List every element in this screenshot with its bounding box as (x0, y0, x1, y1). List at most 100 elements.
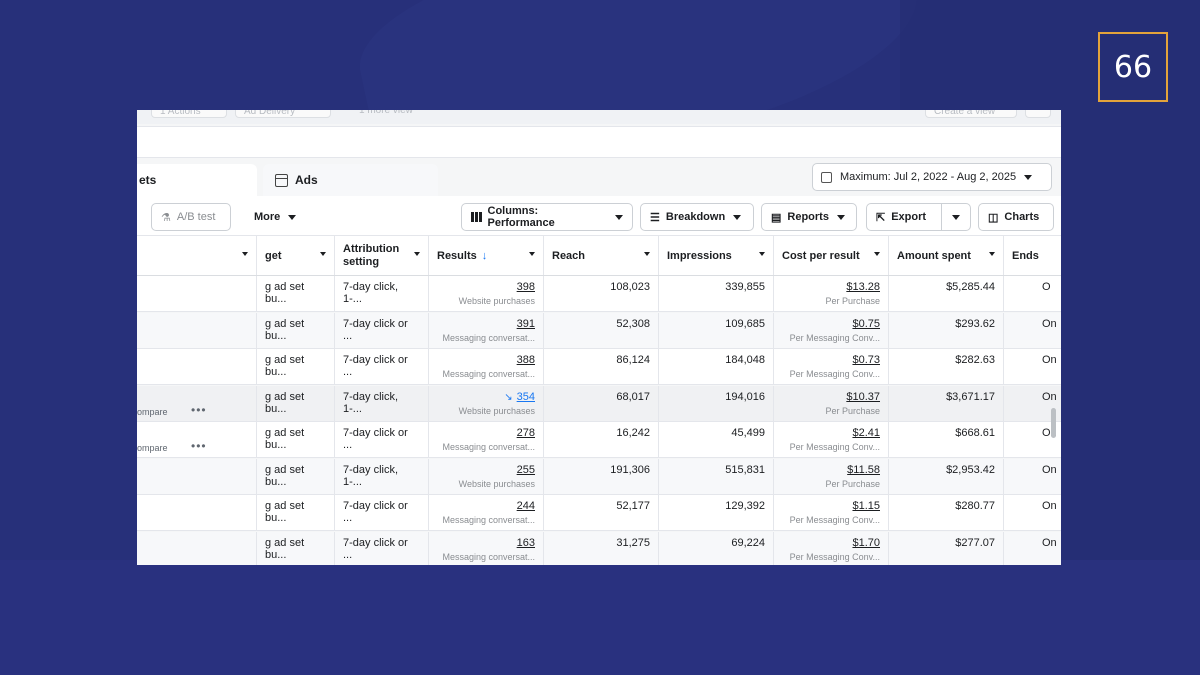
charts-button[interactable]: ◫ Charts (978, 203, 1054, 231)
budget-cell: g ad set bu... (257, 276, 335, 311)
cost-type: Per Messaging Conv... (789, 332, 880, 343)
budget-value: g ad set bu... (265, 536, 305, 561)
reach-value: 86,124 (616, 354, 650, 366)
ends-cell: On (1004, 313, 1061, 348)
search-bar[interactable] (137, 126, 1061, 158)
more-button[interactable]: More (245, 203, 301, 231)
results-cell: 398 Website purchases (429, 276, 544, 311)
table-row[interactable]: g ad set bu... 7-day click or ... 391 Me… (137, 312, 1061, 349)
cost-link[interactable]: $0.75 (852, 318, 880, 330)
results-link[interactable]: 388 (517, 354, 535, 366)
column-header-budget[interactable]: get (257, 236, 335, 275)
cost-link[interactable]: $0.73 (852, 354, 880, 366)
ends-cell: On (1004, 459, 1061, 494)
tab-ads[interactable]: Ads (263, 164, 438, 196)
results-cell: 255 Website purchases (429, 458, 544, 494)
table-row[interactable]: g ad set bu... 7-day click, 1-... 255 We… (137, 458, 1061, 495)
column-header-impressions[interactable]: Impressions (659, 236, 774, 275)
results-link[interactable]: 278 (517, 427, 535, 439)
tab-ad-sets[interactable]: ets (137, 164, 257, 196)
cost-link[interactable]: $1.70 (852, 537, 880, 549)
results-cell: 391 Messaging conversat... (429, 312, 544, 348)
chevron-down-icon (529, 252, 535, 256)
cost-link[interactable]: $1.15 (852, 500, 880, 512)
ends-value: On (1042, 500, 1057, 512)
cost-link[interactable]: $13.28 (846, 281, 880, 293)
ads-icon (275, 173, 288, 187)
more-options-icon[interactable]: ••• (191, 403, 207, 417)
reach-value: 52,308 (616, 317, 650, 330)
results-link[interactable]: 244 (517, 500, 535, 512)
chevron-down-icon (615, 214, 623, 220)
reach-value: 108,023 (610, 281, 650, 293)
ab-test-button[interactable]: ⚗ A/B test (151, 203, 231, 231)
cost-cell: $1.15 Per Messaging Conv... (774, 495, 889, 530)
cost-cell: $11.58 Per Purchase (774, 458, 889, 494)
results-cell: 244 Messaging conversat... (429, 495, 544, 530)
table-row[interactable]: g ad set bu... 7-day click, 1-... 398 We… (137, 276, 1061, 312)
table-toolbar: ⚗ A/B test More Columns: Performance ☰ B… (137, 196, 1061, 236)
budget-value: g ad set bu... (265, 463, 305, 488)
results-type: Messaging conversat... (442, 551, 535, 562)
compare-link[interactable]: ompare (137, 443, 168, 453)
table-row[interactable]: g ad set bu... 7-day click or ... 163 Me… (137, 531, 1061, 565)
spent-value: $3,671.17 (946, 390, 995, 403)
attribution-value: 7-day click, 1-... (343, 463, 399, 488)
reach-value: 191,306 (610, 463, 650, 476)
table-row[interactable]: ompare ••• g ad set bu... 7-day click, 1… (137, 385, 1061, 422)
columns-button[interactable]: Columns: Performance (461, 203, 633, 231)
date-range-picker[interactable]: Maximum: Jul 2, 2022 - Aug 2, 2025 (812, 163, 1052, 191)
compare-link[interactable]: ompare (137, 407, 168, 417)
cost-cell: $0.75 Per Messaging Conv... (774, 312, 889, 348)
impressions-value: 109,685 (725, 317, 765, 330)
vertical-scrollbar[interactable] (1051, 408, 1056, 438)
chevron-down-icon (874, 252, 880, 256)
row-name-cell: ompare ••• (137, 385, 257, 421)
spent-value: $5,285.44 (946, 281, 995, 293)
cost-type: Per Purchase (825, 478, 880, 489)
header-label: Ends (1012, 249, 1039, 262)
cost-link[interactable]: $10.37 (846, 391, 880, 403)
reports-button[interactable]: ▤ Reports (761, 203, 857, 231)
results-link[interactable]: 255 (517, 464, 535, 476)
results-type: Messaging conversat... (442, 369, 535, 379)
column-header-name[interactable] (137, 236, 257, 275)
cost-link[interactable]: $11.58 (847, 464, 880, 476)
export-dropdown-button[interactable] (941, 203, 971, 231)
table-row[interactable]: g ad set bu... 7-day click or ... 244 Me… (137, 495, 1061, 531)
breakdown-button[interactable]: ☰ Breakdown (640, 203, 754, 231)
attribution-cell: 7-day click, 1-... (335, 458, 429, 494)
trend-down-icon: ↘ (504, 391, 513, 403)
charts-label: Charts (1004, 211, 1040, 223)
column-header-cost-per-result[interactable]: Cost per result (774, 236, 889, 275)
column-header-ends[interactable]: Ends (1004, 236, 1061, 275)
column-header-results[interactable]: Results ↓ (429, 236, 544, 275)
create-view-button[interactable]: Create a view (925, 110, 1017, 118)
results-link[interactable]: 391 (517, 318, 535, 330)
actions-button[interactable]: 1 Actions (151, 110, 227, 118)
export-button[interactable]: ⇱ Export (866, 203, 942, 231)
tab-label: Ads (295, 173, 318, 187)
overflow-button[interactable] (1025, 110, 1051, 118)
budget-cell: g ad set bu... (257, 531, 335, 565)
ends-value: On (1042, 317, 1057, 330)
column-header-reach[interactable]: Reach (544, 236, 659, 275)
attribution-value: 7-day click, 1-... (343, 281, 399, 305)
column-header-attribution[interactable]: Attribution setting (335, 236, 429, 275)
ends-cell: On (1004, 495, 1061, 530)
cost-link[interactable]: $2.41 (852, 427, 880, 439)
ad-delivery-button[interactable]: Ad Delivery (235, 110, 331, 118)
more-view-button[interactable]: 1 more view (351, 110, 431, 118)
column-header-amount-spent[interactable]: Amount spent (889, 236, 1004, 275)
results-link[interactable]: 354 (517, 391, 535, 403)
impressions-cell: 515,831 (659, 458, 774, 494)
results-link[interactable]: 163 (517, 537, 535, 549)
results-link[interactable]: 398 (517, 281, 535, 293)
more-options-icon[interactable]: ••• (191, 439, 207, 453)
table-row[interactable]: g ad set bu... 7-day click or ... 388 Me… (137, 349, 1061, 385)
impressions-value: 69,224 (731, 536, 765, 549)
table-row[interactable]: ompare ••• g ad set bu... 7-day click or… (137, 422, 1061, 458)
ab-test-label: A/B test (176, 211, 216, 223)
ends-value: O (1042, 281, 1051, 293)
results-type: Website purchases (458, 405, 535, 416)
